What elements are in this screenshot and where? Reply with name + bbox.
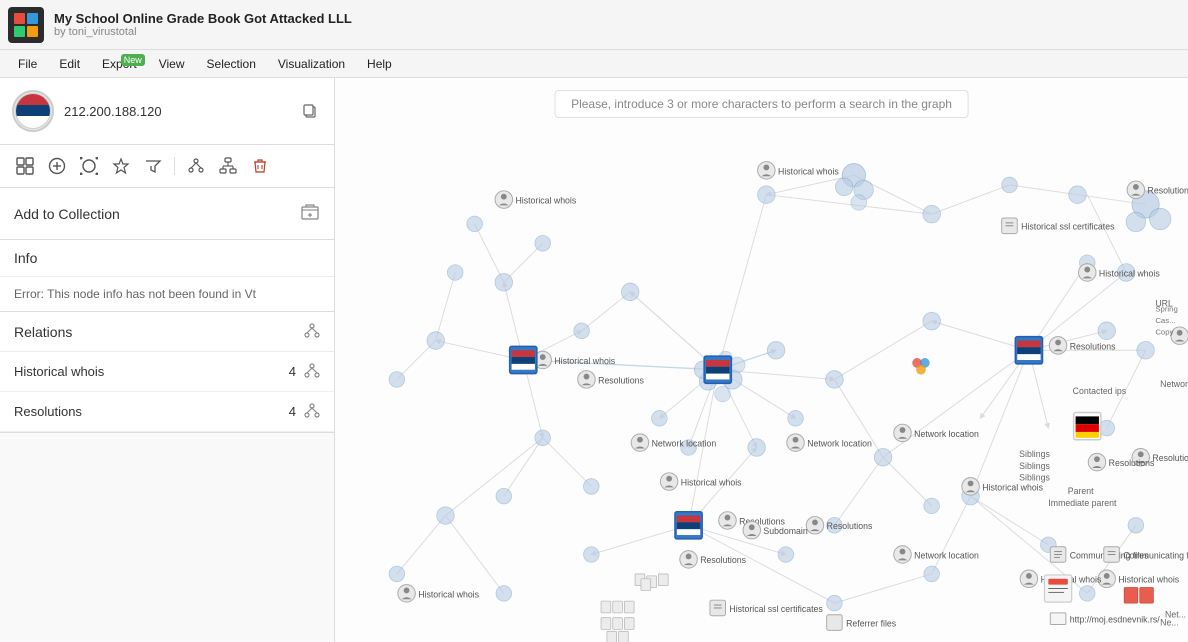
title-text: My School Online Grade Book Got Attacked…: [54, 11, 1180, 38]
menu-file[interactable]: File: [8, 54, 47, 74]
svg-text:Historical whois: Historical whois: [418, 589, 479, 599]
left-panel: 212.200.188.120: [0, 78, 335, 642]
svg-text:Network location: Network location: [914, 550, 979, 560]
relations-content: Historical whois 4: [0, 351, 334, 432]
menu-selection[interactable]: Selection: [197, 54, 266, 74]
relations-section: Relations Historical whois 4: [0, 312, 334, 433]
menu-view[interactable]: View: [149, 54, 195, 74]
svg-text:Siblings: Siblings: [1019, 461, 1050, 471]
svg-text:Referrer files: Referrer files: [846, 618, 897, 628]
svg-text:Historical whois: Historical whois: [554, 356, 615, 366]
svg-text:Siblings: Siblings: [1019, 473, 1050, 483]
info-title: Info: [14, 250, 37, 266]
menu-help[interactable]: Help: [357, 54, 402, 74]
svg-text:Cas...: Cas...: [1155, 316, 1175, 325]
svg-text:Siblings: Siblings: [1019, 449, 1050, 459]
svg-text:Historical ssl certificates: Historical ssl certificates: [1021, 222, 1115, 232]
info-header[interactable]: Info: [0, 240, 334, 276]
svg-text:Communicating files: Communicating files: [1123, 550, 1188, 560]
delete-button[interactable]: [247, 153, 273, 179]
main-layout: 212.200.188.120: [0, 78, 1188, 642]
graph-svg[interactable]: Historical whois Historical whois Histor…: [335, 78, 1188, 642]
relation-historical-whois[interactable]: Historical whois 4: [0, 352, 334, 392]
svg-text:Resolutions: Resolutions: [598, 375, 644, 385]
menubar: File Edit Export New View Selection Visu…: [0, 50, 1188, 78]
relation-count-0: 4: [289, 364, 296, 379]
search-hint: Please, introduce 3 or more characters t…: [554, 90, 969, 118]
svg-text:Historical whois: Historical whois: [982, 482, 1043, 492]
svg-text:Network location: Network location: [652, 439, 717, 449]
svg-text:Subdomain: Subdomain: [763, 526, 807, 536]
add-to-collection-section[interactable]: Add to Collection: [0, 188, 334, 240]
svg-text:Immediate parent: Immediate parent: [1048, 498, 1117, 508]
info-section: Info Error: This node info has not been …: [0, 240, 334, 312]
highlight-button[interactable]: [108, 153, 134, 179]
relation-graph-icon-1: [304, 402, 320, 421]
relation-graph-icon-0: [304, 362, 320, 381]
svg-text:Historical ssl certificates: Historical ssl certificates: [729, 604, 823, 614]
app-title: My School Online Grade Book Got Attacked…: [54, 11, 1180, 26]
svg-text:Historical whois: Historical whois: [1099, 268, 1160, 278]
node-ip-label: 212.200.188.120: [64, 104, 288, 119]
svg-text:Contacted ips: Contacted ips: [1073, 386, 1127, 396]
svg-text:Resolutions: Resolutions: [827, 521, 873, 531]
node-info-bar: 212.200.188.120: [0, 78, 334, 145]
add-collection-label: Add to Collection: [14, 206, 120, 222]
svg-text:Historical whois: Historical whois: [778, 166, 839, 176]
toolbar-separator: [174, 157, 175, 175]
menu-visualization[interactable]: Visualization: [268, 54, 355, 74]
titlebar: My School Online Grade Book Got Attacked…: [0, 0, 1188, 50]
app-icon: [8, 7, 44, 43]
svg-text:Historical whois: Historical whois: [1118, 575, 1179, 585]
relation-right-0: 4: [289, 362, 320, 381]
copy-button[interactable]: [298, 99, 322, 123]
svg-text:Copy: Copy: [1155, 328, 1173, 337]
menu-export[interactable]: Export New: [92, 54, 147, 74]
info-error-text: Error: This node info has not been found…: [14, 287, 320, 301]
svg-text:Network: Network: [1160, 379, 1188, 389]
layout-button[interactable]: [183, 153, 209, 179]
app-author: by toni_virustotal: [54, 26, 1180, 38]
relations-header[interactable]: Relations: [0, 312, 334, 351]
new-badge: New: [121, 54, 145, 66]
relation-right-1: 4: [289, 402, 320, 421]
relation-count-1: 4: [289, 404, 296, 419]
svg-text:Resolutions: Resolutions: [1152, 453, 1188, 463]
svg-text:Network location: Network location: [807, 439, 872, 449]
relations-expand-icon: [304, 322, 320, 341]
info-content: Error: This node info has not been found…: [0, 276, 334, 311]
graph-area[interactable]: Please, introduce 3 or more characters t…: [335, 78, 1188, 642]
svg-text:Resolutions: Resolutions: [1109, 458, 1155, 468]
svg-text:Historical whois: Historical whois: [681, 477, 742, 487]
svg-text:Resolutions: Resolutions: [1070, 341, 1116, 351]
svg-text:Network location: Network location: [914, 429, 979, 439]
add-node-button[interactable]: [44, 153, 70, 179]
relation-name-0: Historical whois: [14, 364, 104, 379]
svg-text:Resolutions: Resolutions: [1148, 186, 1188, 196]
svg-text:http://moj.esdnevnik.rs/: http://moj.esdnevnik.rs/: [1070, 615, 1161, 625]
svg-text:Resolutions: Resolutions: [700, 555, 746, 565]
svg-text:Spring: Spring: [1155, 304, 1177, 313]
select-circle-button[interactable]: [76, 153, 102, 179]
relation-resolutions[interactable]: Resolutions 4: [0, 392, 334, 432]
filter-button[interactable]: [140, 153, 166, 179]
expand-button[interactable]: [12, 153, 38, 179]
svg-text:Parent: Parent: [1068, 486, 1094, 496]
node-avatar: [12, 90, 54, 132]
relation-name-1: Resolutions: [14, 404, 82, 419]
svg-text:Historical whois: Historical whois: [515, 195, 576, 205]
collection-icon: [300, 202, 320, 225]
node-toolbar: [0, 145, 334, 188]
menu-edit[interactable]: Edit: [49, 54, 90, 74]
hierarchy-button[interactable]: [215, 153, 241, 179]
relations-title: Relations: [14, 324, 72, 340]
svg-text:Net...: Net...: [1165, 610, 1186, 620]
